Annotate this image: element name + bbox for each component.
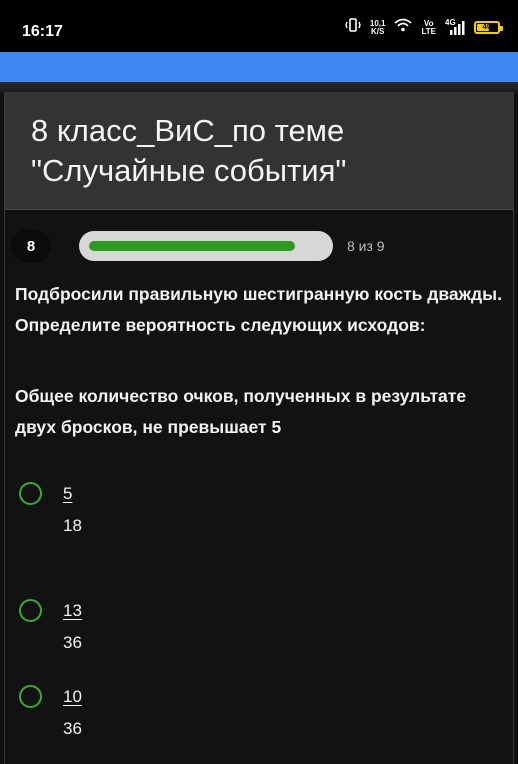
quiz-panel: 8 класс_ВиС_по теме "Случайные события" … (4, 92, 514, 764)
volte-bottom: LTE (421, 26, 436, 36)
title-box: 8 класс_ВиС_по теме "Случайные события" (5, 93, 513, 210)
page-title: 8 класс_ВиС_по теме "Случайные события" (31, 113, 347, 188)
network-speed-unit: K/S (371, 26, 385, 36)
progress-label: 8 из 9 (347, 238, 385, 254)
status-time: 16:17 (22, 23, 63, 40)
question-text: Подбросили правильную шестигранную кость… (15, 284, 502, 335)
answer-option-2[interactable]: 13 36 (19, 599, 139, 669)
progress-bar (79, 231, 333, 261)
fraction-denominator: 36 (63, 719, 82, 738)
wifi-icon (394, 18, 413, 37)
vibrate-icon (345, 18, 361, 37)
status-icons: 10,1 K/S Vo LTE 4G 40 (345, 18, 503, 37)
radio-button[interactable] (19, 599, 42, 622)
question-number-badge: 8 (11, 229, 51, 263)
radio-button[interactable] (19, 482, 42, 505)
fraction-denominator: 36 (63, 633, 82, 652)
answer-option-3[interactable]: 10 36 (19, 685, 139, 755)
status-bar: 16:17 10,1 K/S Vo LTE 4G 40 (0, 0, 518, 52)
battery-icon: 40 (474, 21, 503, 34)
battery-level: 40 (482, 22, 492, 31)
radio-button[interactable] (19, 685, 42, 708)
signal-icon: 4G (445, 18, 465, 35)
fraction-denominator: 18 (63, 516, 82, 535)
fraction: 10 36 (63, 685, 82, 741)
progress-bar-fill (89, 241, 295, 251)
fraction-numerator: 5 (63, 484, 73, 503)
fraction-numerator: 10 (63, 687, 82, 706)
fraction: 5 18 (63, 482, 82, 538)
volte-indicator: Vo LTE (421, 19, 436, 36)
answer-option-1[interactable]: 5 18 (19, 482, 139, 552)
fraction-numerator: 13 (63, 601, 82, 620)
top-app-bar (0, 52, 518, 82)
fraction: 13 36 (63, 599, 82, 655)
question-subtext: Общее количество очков, полученных в рез… (15, 386, 467, 437)
network-speed: 10,1 K/S (370, 19, 386, 36)
app-bar-shadow (0, 82, 518, 92)
progress-row: 8 8 из 9 (11, 227, 511, 267)
